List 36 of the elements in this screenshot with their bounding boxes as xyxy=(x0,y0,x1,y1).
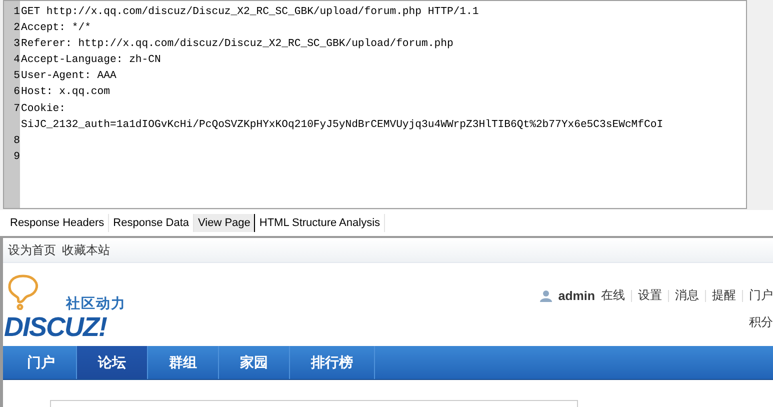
username-link[interactable]: admin xyxy=(558,288,595,302)
line-number: 6 xyxy=(12,85,20,100)
logo-wordmark[interactable]: DISCUZ! xyxy=(4,312,106,342)
top-link[interactable]: 收藏本站 xyxy=(62,242,110,258)
code-line: Host: x.qq.com xyxy=(21,85,110,100)
line-number: 1 xyxy=(12,5,20,20)
line-number: 8 xyxy=(12,134,20,149)
line-number: 4 xyxy=(12,53,20,68)
bubble-icon xyxy=(6,274,40,310)
user-menu-link[interactable]: 提醒 xyxy=(712,287,736,304)
top-link[interactable]: 设为首页 xyxy=(8,242,56,258)
line-number: 5 xyxy=(12,69,20,84)
line-number: 3 xyxy=(12,37,20,52)
online-status: 在线 xyxy=(601,287,625,304)
nav-item[interactable]: 排行榜 xyxy=(290,346,375,379)
tab[interactable]: View Page xyxy=(194,214,256,232)
logo-tagline: 社区动力 xyxy=(66,295,126,313)
credits-label: 积分 xyxy=(749,314,773,331)
nav-item[interactable]: 群组 xyxy=(148,346,219,379)
code-editor[interactable] xyxy=(3,0,747,209)
code-line: User-Agent: AAA xyxy=(21,69,116,84)
line-number: 2 xyxy=(12,21,20,36)
user-icon xyxy=(540,290,552,302)
user-menu-link[interactable]: 门户 xyxy=(749,287,773,304)
line-number: 9 xyxy=(12,150,20,165)
user-menu-link[interactable]: 消息 xyxy=(675,287,699,304)
code-line: Referer: http://x.qq.com/discuz/Discuz_X2_RC_SC_GBK/upload/forum.php xyxy=(21,37,454,52)
nav-item[interactable]: 论坛 xyxy=(77,346,148,379)
code-line: Accept: */* xyxy=(21,21,91,36)
code-line: SiJC_2132_auth=1a1dIOGvKcHi/PcQoSVZKpHYxKOq210FyJ5yNdBrCEMVUyjq3u4WWrpZ3HlTIB6Qt%2b77Yx6e5C3sEWcMfCoI xyxy=(21,118,664,133)
nav-item[interactable]: 家园 xyxy=(219,346,290,379)
user-menu-link[interactable]: 设置 xyxy=(638,287,662,304)
code-line: Cookie: xyxy=(21,102,67,117)
code-line: Accept-Language: zh-CN xyxy=(21,53,161,68)
code-line: GET http://x.qq.com/discuz/Discuz_X2_RC_SC_GBK/upload/forum.php HTTP/1.1 xyxy=(21,5,479,20)
line-number: 7 xyxy=(12,102,20,117)
